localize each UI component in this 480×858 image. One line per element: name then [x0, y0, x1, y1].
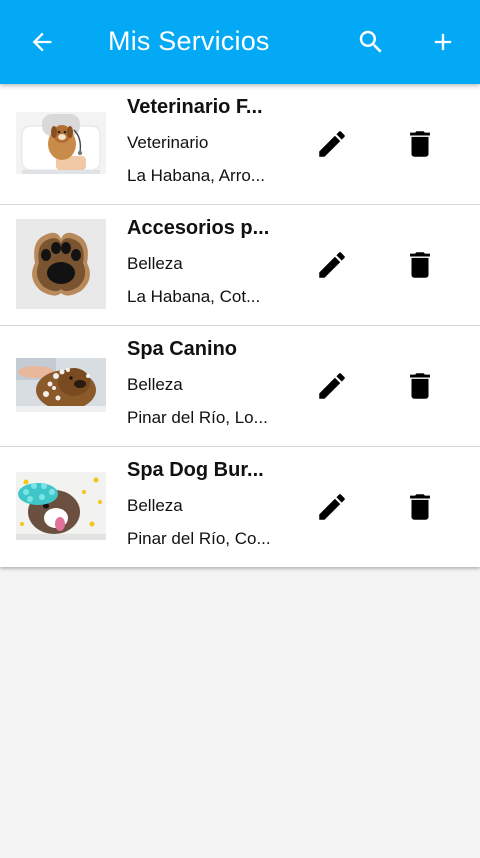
- search-icon: [359, 30, 382, 53]
- vet-with-puppy-image: [16, 112, 106, 174]
- service-category: Belleza: [127, 375, 183, 394]
- dog-shower-cap-image: [16, 472, 106, 540]
- pencil-icon: [319, 131, 345, 157]
- search-button[interactable]: [349, 20, 393, 64]
- service-name: Accesorios p...: [127, 217, 270, 239]
- service-thumbnail: [16, 461, 106, 551]
- edit-button[interactable]: [310, 243, 354, 287]
- app-bar: Mis Servicios: [0, 0, 480, 84]
- page-title: Mis Servicios: [108, 26, 270, 56]
- service-category: Belleza: [127, 254, 183, 273]
- service-row[interactable]: Spa Dog Bur... Belleza Pinar del Río, Co…: [0, 447, 480, 567]
- service-thumbnail: [16, 219, 106, 309]
- pencil-icon: [319, 252, 345, 278]
- edit-button[interactable]: [310, 485, 354, 529]
- service-thumbnail: [16, 98, 106, 188]
- service-location: Pinar del Río, Co...: [127, 529, 271, 548]
- trash-icon: [410, 494, 430, 520]
- delete-button[interactable]: [398, 122, 442, 166]
- delete-button[interactable]: [398, 364, 442, 408]
- service-name: Veterinario F...: [127, 96, 263, 118]
- service-name: Spa Dog Bur...: [127, 459, 264, 481]
- trash-icon: [410, 373, 430, 399]
- service-row[interactable]: Accesorios p... Belleza La Habana, Cot..…: [0, 205, 480, 326]
- pencil-icon: [319, 373, 345, 399]
- back-button[interactable]: [20, 20, 64, 64]
- trash-icon: [410, 252, 430, 278]
- service-category: Veterinario: [127, 133, 209, 152]
- service-location: Pinar del Río, Lo...: [127, 408, 268, 427]
- service-category: Belleza: [127, 496, 183, 515]
- service-row[interactable]: Veterinario F... Veterinario La Habana, …: [0, 84, 480, 205]
- services-list: Veterinario F... Veterinario La Habana, …: [0, 84, 480, 567]
- edit-button[interactable]: [310, 122, 354, 166]
- plus-icon: [434, 33, 452, 51]
- service-name: Spa Canino: [127, 338, 238, 360]
- paw-cushion-image: [16, 219, 106, 309]
- delete-button[interactable]: [398, 485, 442, 529]
- service-thumbnail: [16, 340, 106, 430]
- arrow-left-icon: [32, 32, 52, 52]
- service-row[interactable]: Spa Canino Belleza Pinar del Río, Lo...: [0, 326, 480, 447]
- edit-button[interactable]: [310, 364, 354, 408]
- dog-bath-image: [16, 358, 106, 412]
- pencil-icon: [319, 494, 345, 520]
- service-location: La Habana, Cot...: [127, 287, 261, 306]
- add-service-button[interactable]: [421, 20, 465, 64]
- service-location: La Habana, Arro...: [127, 166, 265, 185]
- trash-icon: [410, 131, 430, 157]
- delete-button[interactable]: [398, 243, 442, 287]
